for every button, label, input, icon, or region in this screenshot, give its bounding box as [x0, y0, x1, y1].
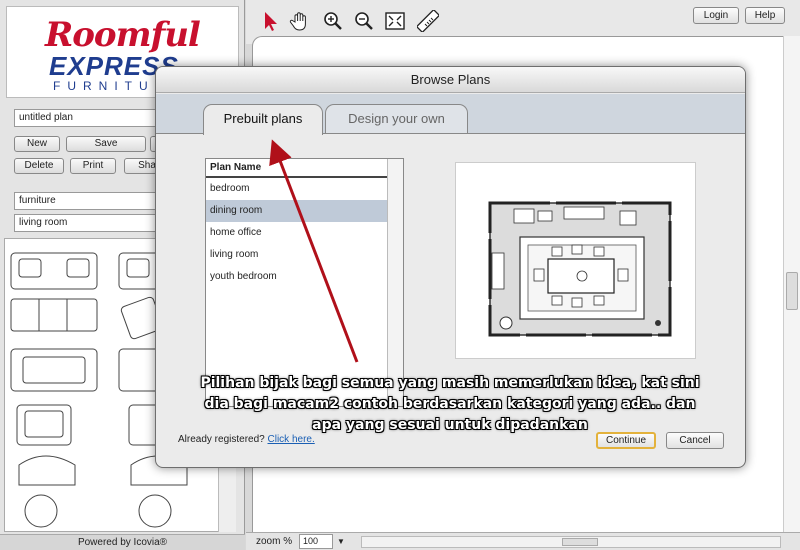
pointer-icon[interactable] — [260, 10, 282, 32]
ruler-icon[interactable] — [417, 10, 439, 32]
tab-design-your-own[interactable]: Design your own — [325, 104, 468, 134]
category-select[interactable]: furniture — [14, 192, 174, 210]
plan-item-living-room[interactable]: living room — [206, 244, 403, 266]
browse-plans-dialog: Browse Plans Prebuilt plans Design your … — [155, 66, 746, 468]
scroll-thumb[interactable] — [562, 538, 598, 546]
help-button[interactable]: Help — [745, 7, 785, 24]
scroll-thumb[interactable] — [786, 272, 798, 310]
plan-list-scrollbar[interactable] — [387, 159, 403, 406]
plan-item-dining-room[interactable]: dining room — [206, 200, 403, 222]
logo-word-furniture: FURNITU — [53, 79, 155, 93]
fit-screen-icon[interactable] — [384, 10, 406, 32]
canvas-horizontal-scrollbar[interactable] — [361, 536, 781, 548]
login-button[interactable]: Login — [693, 7, 739, 24]
zoom-input[interactable]: 100 — [299, 534, 333, 549]
plan-list-header: Plan Name — [206, 159, 403, 178]
zoom-out-icon[interactable] — [353, 10, 375, 32]
zoom-label: zoom % — [256, 536, 293, 547]
tab-strip: Prebuilt plans Design your own — [156, 94, 745, 135]
delete-button[interactable]: Delete — [14, 158, 64, 174]
annotation-caption: Pilihan bijak bagi semua yang masih meme… — [200, 375, 700, 433]
plan-item-home-office[interactable]: home office — [206, 222, 403, 244]
plan-item-bedroom[interactable]: bedroom — [206, 178, 403, 200]
dining-room-floorplan-image — [488, 201, 672, 337]
save-button[interactable]: Save — [66, 136, 146, 152]
plan-item-youth-bedroom[interactable]: youth bedroom — [206, 266, 403, 288]
plan-list: Plan Name bedroom dining room home offic… — [205, 158, 404, 407]
chevron-down-icon[interactable]: ▼ — [335, 534, 347, 549]
new-button[interactable]: New — [14, 136, 60, 152]
dialog-title: Browse Plans — [156, 67, 745, 93]
tab-prebuilt-plans[interactable]: Prebuilt plans — [203, 104, 323, 135]
logo-word-roomful: Roomful — [45, 15, 201, 55]
zoom-in-icon[interactable] — [322, 10, 344, 32]
dialog-body: Plan Name bedroom dining room home offic… — [156, 133, 745, 467]
powered-by-label: Powered by Icovia® — [0, 534, 245, 550]
print-button[interactable]: Print — [70, 158, 116, 174]
plan-name-input[interactable]: untitled plan — [14, 109, 174, 127]
zoom-bar: zoom % 100 ▼ — [246, 532, 800, 550]
hand-icon[interactable] — [289, 10, 311, 32]
canvas-vertical-scrollbar[interactable] — [783, 36, 800, 532]
room-select[interactable]: living room — [14, 214, 174, 232]
plan-preview — [455, 162, 696, 359]
